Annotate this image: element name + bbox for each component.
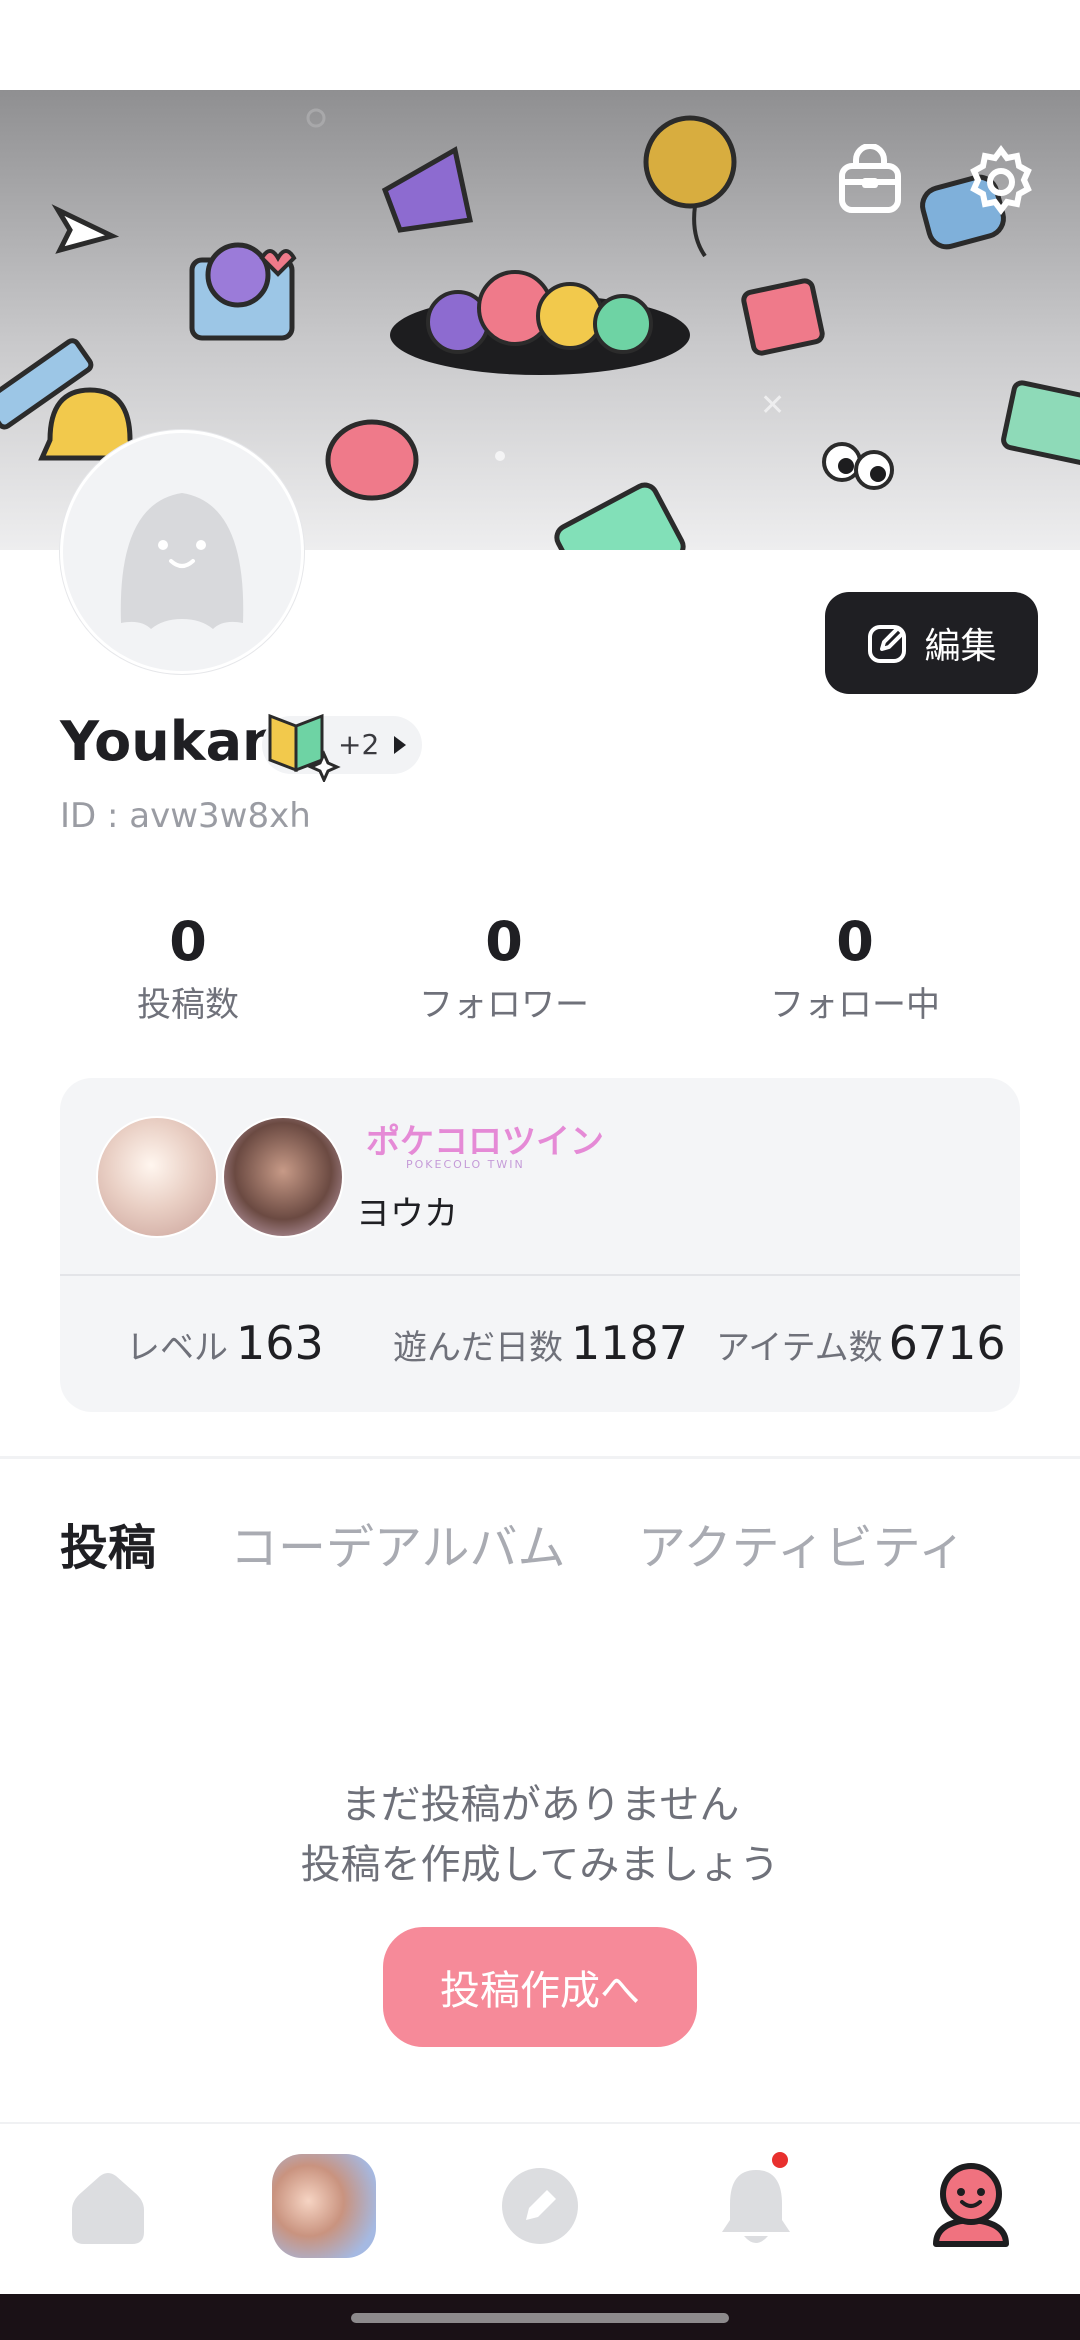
chevron-right-icon: [394, 736, 406, 754]
status-bar: [0, 0, 1080, 90]
ghost-avatar-icon: [120, 493, 244, 629]
stat-followers-label: フォロワー: [419, 985, 589, 1025]
tab-activity[interactable]: アクティビティ: [638, 1508, 966, 1578]
game-logo-subtitle: POKECOLO TWIN: [406, 1158, 525, 1171]
home-icon: [72, 2173, 144, 2244]
tab-coordinate-album[interactable]: コーデアルバム: [230, 1508, 566, 1578]
compose-icon: [502, 2168, 578, 2244]
home-indicator[interactable]: [351, 2313, 729, 2323]
items-label: アイテム数: [716, 1328, 883, 1368]
badge-pill[interactable]: +2: [262, 713, 422, 782]
section-divider: [0, 1456, 1080, 1459]
stat-followers-value: 0: [485, 910, 523, 973]
create-post-button[interactable]: 投稿作成へ: [383, 1927, 697, 2047]
edit-button-label: 編集: [924, 626, 997, 667]
card-divider: [60, 1274, 1020, 1276]
game-logo: ポケコロツイン: [366, 1122, 604, 1162]
game-stat-items: アイテム数 6716: [716, 1316, 1006, 1370]
stat-following[interactable]: 0 フォロー中: [705, 910, 1005, 1026]
nav-compose[interactable]: [500, 2166, 580, 2250]
badge-more-count: +2: [338, 728, 380, 761]
days-label: 遊んだ日数: [393, 1328, 563, 1368]
empty-state-subtitle: 投稿を作成してみましょう: [300, 1842, 780, 1888]
character-name: ヨウカ: [356, 1194, 458, 1234]
days-value: 1187: [571, 1316, 689, 1370]
profile-avatar[interactable]: [60, 430, 304, 674]
level-value: 163: [236, 1316, 324, 1370]
stat-followers[interactable]: 0 フォロワー: [354, 910, 654, 1026]
game-stat-level: レベル 163: [126, 1316, 324, 1370]
beginner-badge-icon: [268, 713, 341, 782]
game-stat-days: 遊んだ日数 1187: [393, 1316, 688, 1370]
stat-following-label: フォロー中: [770, 985, 940, 1025]
nav-profile[interactable]: [930, 2160, 1012, 2256]
settings-gear-icon[interactable]: [963, 144, 1039, 220]
bottom-navigation: [0, 2122, 1080, 2296]
stat-posts-label: 投稿数: [137, 985, 239, 1025]
username: Youkan: [60, 710, 281, 773]
character-avatar-1: [96, 1116, 218, 1238]
stat-following-value: 0: [836, 910, 874, 973]
shop-bag-icon[interactable]: [832, 143, 908, 220]
level-label: レベル: [126, 1328, 228, 1368]
user-id: ID : avw3w8xh: [60, 796, 311, 836]
stat-posts[interactable]: 0 投稿数: [38, 910, 338, 1026]
empty-state-title: まだ投稿がありません: [340, 1782, 740, 1828]
nav-home[interactable]: [68, 2170, 148, 2250]
bell-icon: [722, 2170, 790, 2243]
tab-posts[interactable]: 投稿: [60, 1508, 156, 1578]
nav-game-avatar[interactable]: [272, 2154, 376, 2258]
svg-text:✕: ✕: [760, 388, 785, 423]
edit-pencil-icon: [868, 625, 907, 663]
profile-icon: [933, 2163, 1009, 2247]
nav-notifications[interactable]: [720, 2164, 792, 2254]
edit-profile-button[interactable]: 編集: [825, 592, 1038, 694]
items-value: 6716: [888, 1316, 1006, 1370]
character-avatar-2: [222, 1116, 344, 1238]
notification-dot: [772, 2152, 788, 2168]
stat-posts-value: 0: [169, 910, 207, 973]
